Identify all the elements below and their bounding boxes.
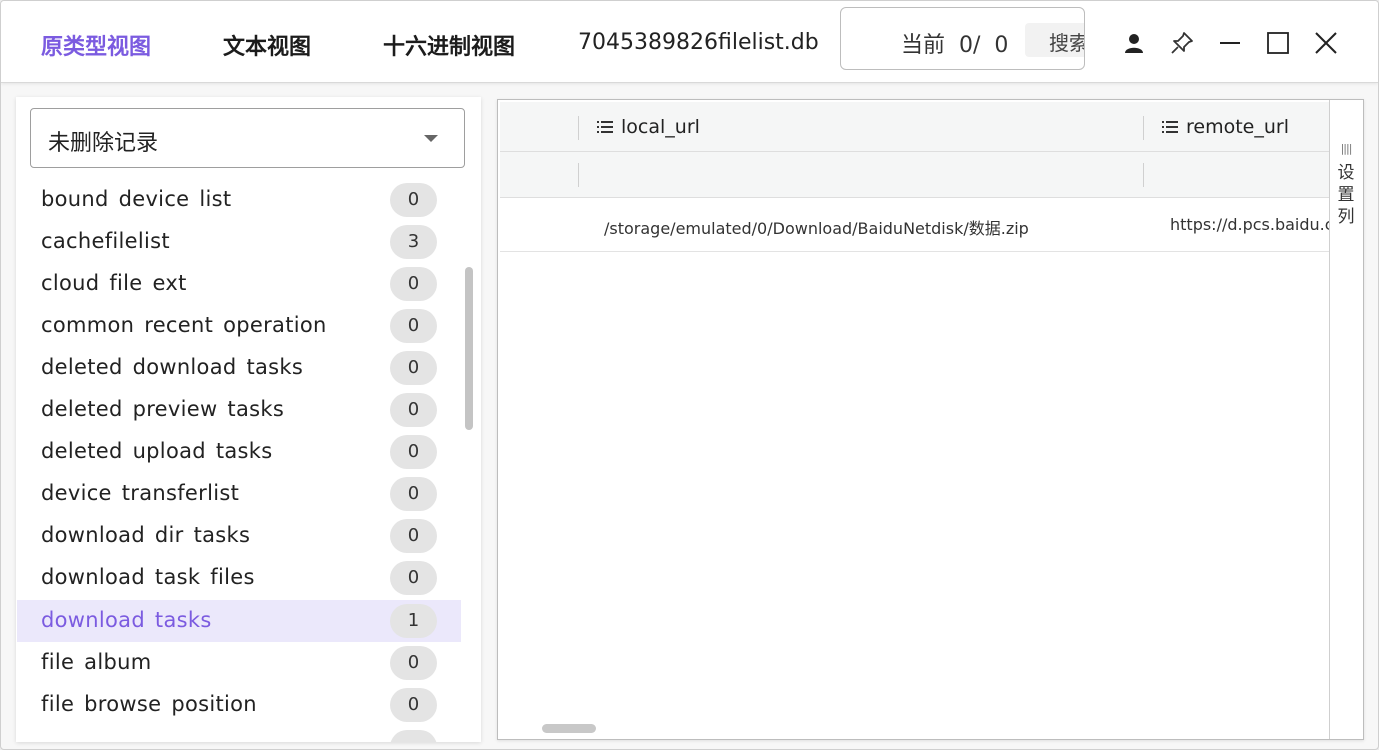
tab-raw-type-view[interactable]: 原类型视图 [41,29,151,61]
search-box: 当前 0/ 0 搜索 [840,7,1085,70]
tab-hex-view[interactable]: 十六进制视图 [383,29,515,61]
search-result-counter: 当前 0/ 0 [901,33,1009,58]
chevron-down-icon [424,135,438,142]
pin-icon[interactable] [1166,27,1198,59]
close-icon[interactable] [1310,27,1342,59]
list-item[interactable]: file browse position 0 [17,684,461,726]
user-icon[interactable] [1118,27,1150,59]
item-label: download dir tasks [41,523,251,547]
list-item[interactable]: bound device list 0 [17,179,461,221]
column-separator [578,163,579,187]
app-window: 原类型视图 文本视图 十六进制视图 7045389826filelist.db … [0,0,1379,750]
item-count-badge: 0 [390,477,437,511]
list-item[interactable]: download task files 0 [17,557,461,599]
list-item[interactable]: file album 0 [17,642,461,684]
item-count-badge [390,730,437,742]
item-label: file browse position [41,692,257,716]
item-label: file album [41,650,152,674]
list-item-selected[interactable]: download tasks 1 [17,600,461,642]
list-icon [597,121,613,133]
item-count-badge: 1 [390,604,437,638]
column-title: remote_url [1186,116,1289,138]
list-item[interactable]: cloud file ext 0 [17,263,461,305]
record-filter-value: 未删除记录 [48,131,159,156]
tab-text-view[interactable]: 文本视图 [223,29,311,61]
file-name: 7045389826filelist.db [578,30,819,55]
search-button[interactable]: 搜索 [1025,23,1084,57]
column-separator[interactable] [1143,116,1144,140]
table-list: bound device list 0 cachefilelist 3 clou… [16,169,461,742]
list-item[interactable]: deleted upload tasks 0 [17,431,461,473]
column-separator [1143,163,1144,187]
record-filter-select[interactable]: 未删除记录 [30,108,465,168]
item-count-badge: 3 [390,225,437,259]
cell-local-url[interactable]: /storage/emulated/0/Download/BaiduNetdis… [604,215,1134,239]
column-header-remote-url[interactable]: remote_url [1162,116,1289,138]
item-count-badge: 0 [390,688,437,722]
column-settings-bar: |||| 设置列 [1329,100,1363,739]
vertical-scrollbar[interactable] [465,267,473,430]
item-count-badge: 0 [390,435,437,469]
item-count-badge: 0 [390,561,437,595]
item-count-badge: 0 [390,183,437,217]
column-separator[interactable] [578,116,579,140]
list-icon [1162,121,1178,133]
item-label: download task files [41,565,255,589]
item-label: common recent operation [41,313,327,337]
column-settings-label: 设置列 [1337,163,1355,227]
list-item[interactable] [17,169,461,177]
item-count-badge: 0 [390,646,437,680]
item-label: bound device list [41,187,232,211]
table-row[interactable]: /storage/emulated/0/Download/BaiduNetdis… [500,199,1330,252]
item-count-badge: 0 [390,519,437,553]
maximize-icon[interactable] [1262,27,1294,59]
minimize-icon[interactable] [1214,27,1246,59]
cell-remote-url[interactable]: https://d.pcs.baidu.com [1170,215,1330,234]
item-count-badge: 0 [390,309,437,343]
item-label: deleted preview tasks [41,397,285,421]
item-label: deleted upload tasks [41,439,273,463]
item-count-badge: 0 [390,393,437,427]
list-item[interactable]: cachefilelist 3 [17,221,461,263]
table-list-panel: 未删除记录 bound device list 0 cachefilelist … [16,97,481,742]
column-settings-button[interactable]: |||| 设置列 [1334,138,1358,228]
title-bar: 原类型视图 文本视图 十六进制视图 7045389826filelist.db … [1,1,1378,83]
item-label: cloud file ext [41,271,187,295]
data-grid-panel: local_url remote_url /storage/emulated/0… [497,99,1364,740]
column-header-local-url[interactable]: local_url [597,116,700,138]
grid-header: local_url remote_url [500,102,1330,152]
item-label: deleted download tasks [41,355,304,379]
horizontal-scrollbar[interactable] [542,724,596,733]
list-item[interactable]: device transferlist 0 [17,473,461,515]
list-item[interactable]: deleted preview tasks 0 [17,389,461,431]
item-count-badge: 0 [390,351,437,385]
grid-filter-row [500,152,1330,198]
list-item[interactable]: download dir tasks 0 [17,515,461,557]
item-label: cachefilelist [41,229,170,253]
list-item[interactable]: common recent operation 0 [17,305,461,347]
item-label: download tasks [41,608,212,632]
item-count-badge: 0 [390,267,437,301]
list-item[interactable]: deleted download tasks 0 [17,347,461,389]
list-item[interactable] [17,726,461,742]
item-label: device transferlist [41,481,240,505]
column-title: local_url [621,116,700,138]
grip-icon: |||| [1340,142,1353,155]
